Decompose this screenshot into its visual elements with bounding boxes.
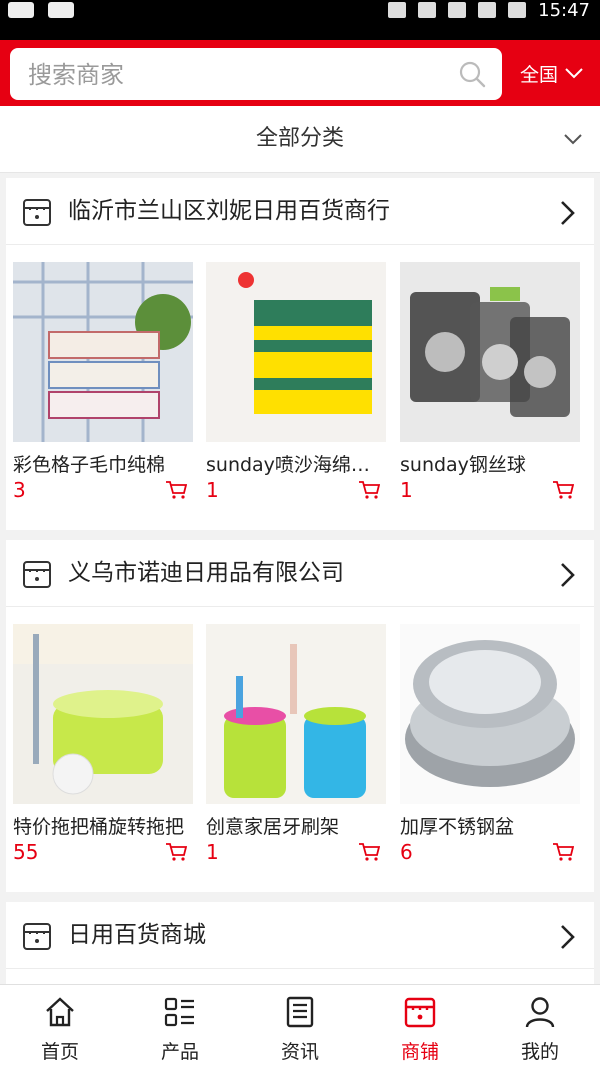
product-price: 1 xyxy=(206,478,219,502)
product-card[interactable]: 加厚不锈钢盆 6 xyxy=(400,624,580,884)
shop-name: 日用百货商城 xyxy=(68,922,206,948)
chevron-right-icon xyxy=(561,925,575,949)
camera-icon xyxy=(8,2,34,18)
tab-news[interactable]: 资讯 xyxy=(240,985,360,1068)
home-icon xyxy=(46,997,74,1027)
chevron-right-icon xyxy=(561,201,575,225)
product-image xyxy=(13,262,193,442)
product-name: 加厚不锈钢盆 xyxy=(400,816,515,838)
shop-header[interactable]: 义乌市诺迪日用品有限公司 xyxy=(6,540,594,607)
chevron-down-icon xyxy=(565,68,583,79)
shop-name: 义乌市诺迪日用品有限公司 xyxy=(68,560,344,586)
category-label: 全部分类 xyxy=(255,126,344,151)
region-label: 全国 xyxy=(520,63,559,86)
status-bar: 15:47 xyxy=(0,0,600,40)
mute-icon xyxy=(388,2,407,18)
shop-header[interactable]: 临沂市兰山区刘妮日用百货商行 xyxy=(6,178,594,245)
user-icon xyxy=(525,997,555,1028)
product-name: sunday钢丝球 xyxy=(400,454,526,476)
product-list: 彩色格子毛巾纯棉 3 sunday喷沙海绵… 1 sunday钢丝球 1 xyxy=(13,262,587,522)
signal-icon xyxy=(478,2,497,18)
cart-icon[interactable] xyxy=(358,480,380,500)
storefront-icon xyxy=(23,199,51,226)
product-price: 1 xyxy=(400,478,413,502)
product-card[interactable]: 特价拖把桶旋转拖把 55 xyxy=(13,624,193,884)
product-card[interactable]: 创意家居牙刷架 1 xyxy=(206,624,386,884)
tab-shops[interactable]: 商铺 xyxy=(360,985,480,1068)
storefront-icon xyxy=(23,923,51,950)
cart-icon[interactable] xyxy=(552,480,574,500)
grid-list-icon xyxy=(164,997,194,1027)
product-name: sunday喷沙海绵… xyxy=(206,454,370,476)
search-box[interactable] xyxy=(10,48,502,102)
product-price: 3 xyxy=(13,478,26,502)
battery-icon xyxy=(508,2,527,18)
product-price: 6 xyxy=(400,840,413,864)
search-icon[interactable] xyxy=(458,60,486,88)
region-selector[interactable]: 全国 xyxy=(510,40,600,106)
shop-card: 义乌市诺迪日用品有限公司 特价拖把桶旋转拖把 55 创意家居牙刷架 1 加厚不锈… xyxy=(6,540,594,892)
product-image xyxy=(13,624,193,804)
shop-header[interactable]: 日用百货商城 xyxy=(6,902,594,969)
product-card[interactable]: 彩色格子毛巾纯棉 3 xyxy=(13,262,193,522)
chevron-right-icon xyxy=(561,563,575,587)
product-image xyxy=(400,262,580,442)
clock: 15:47 xyxy=(538,0,590,21)
tab-home[interactable]: 首页 xyxy=(0,985,120,1068)
product-list: 特价拖把桶旋转拖把 55 创意家居牙刷架 1 加厚不锈钢盆 6 xyxy=(13,624,587,884)
top-bar: 全国 xyxy=(0,40,600,106)
tab-label: 我的 xyxy=(520,1041,559,1063)
tab-label: 资讯 xyxy=(280,1041,319,1063)
search-input[interactable] xyxy=(26,48,450,102)
category-filter[interactable]: 全部分类 xyxy=(0,106,600,173)
shop-card: 日用百货商城 xyxy=(6,902,594,984)
signal-icon xyxy=(448,2,467,18)
product-price: 1 xyxy=(206,840,219,864)
shop-name: 临沂市兰山区刘妮日用百货商行 xyxy=(68,198,390,224)
tab-mine[interactable]: 我的 xyxy=(480,985,600,1068)
product-image xyxy=(400,624,580,804)
product-image xyxy=(206,624,386,804)
cart-icon[interactable] xyxy=(552,842,574,862)
notification-icon xyxy=(48,2,74,18)
cart-icon[interactable] xyxy=(165,842,187,862)
cart-icon[interactable] xyxy=(358,842,380,862)
chevron-down-icon xyxy=(564,134,582,145)
tab-label: 产品 xyxy=(160,1041,199,1063)
product-name: 创意家居牙刷架 xyxy=(206,816,340,838)
bottom-tab-bar: 首页 产品 资讯 商铺 我的 xyxy=(0,984,600,1068)
cart-icon[interactable] xyxy=(165,480,187,500)
storefront-icon xyxy=(23,561,51,588)
wifi-icon xyxy=(418,2,437,18)
product-image xyxy=(206,262,386,442)
product-price: 55 xyxy=(13,840,39,864)
tab-products[interactable]: 产品 xyxy=(120,985,240,1068)
tab-label: 商铺 xyxy=(400,1041,439,1063)
shop-card: 临沂市兰山区刘妮日用百货商行 彩色格子毛巾纯棉 3 sunday喷沙海绵… 1 … xyxy=(6,178,594,530)
product-name: 彩色格子毛巾纯棉 xyxy=(13,454,166,476)
tab-label: 首页 xyxy=(40,1041,79,1063)
news-icon xyxy=(286,996,314,1028)
product-card[interactable]: sunday喷沙海绵… 1 xyxy=(206,262,386,522)
shop-icon xyxy=(404,997,436,1028)
product-name: 特价拖把桶旋转拖把 xyxy=(13,816,185,838)
product-card[interactable]: sunday钢丝球 1 xyxy=(400,262,580,522)
